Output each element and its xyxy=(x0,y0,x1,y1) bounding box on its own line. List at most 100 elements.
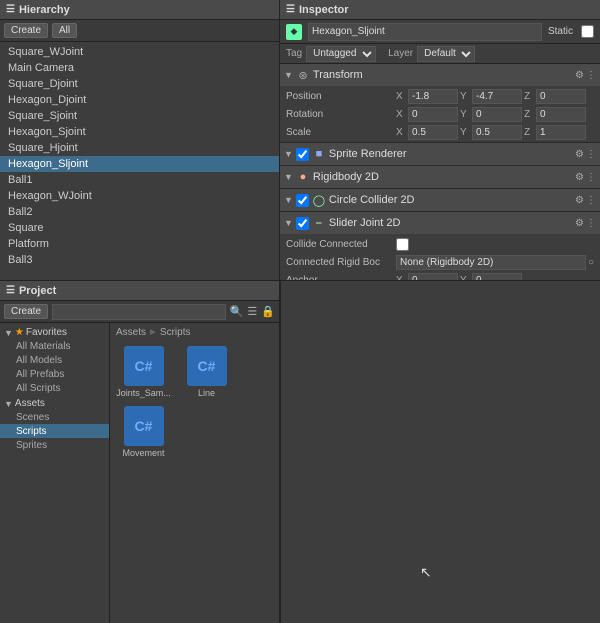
hierarchy-item[interactable]: Square xyxy=(0,220,279,236)
static-label: Static xyxy=(548,26,573,37)
slider-menu-btn[interactable]: ⚙ xyxy=(575,218,584,229)
lock-icon[interactable]: 🔒 xyxy=(261,305,275,318)
static-checkbox[interactable] xyxy=(581,25,594,38)
position-value: X Y Z xyxy=(396,89,594,104)
hierarchy-item[interactable]: Hexagon_Sjoint xyxy=(0,124,279,140)
scale-value: X Y Z xyxy=(396,125,594,140)
scale-label: Scale xyxy=(286,127,396,138)
assets-sprites-label: Sprites xyxy=(16,440,47,451)
file-item[interactable]: C#Line xyxy=(179,346,234,398)
sprite-menu-btn[interactable]: ⚙ xyxy=(575,149,584,160)
position-row: Position X Y Z xyxy=(280,87,600,105)
rigidbody-title: Rigidbody 2D xyxy=(313,171,573,183)
hierarchy-item[interactable]: Ball2 xyxy=(0,204,279,220)
inspector-extra xyxy=(280,281,600,623)
sprite-enabled-cb[interactable] xyxy=(296,148,309,161)
hierarchy-item[interactable]: Square_WJoint xyxy=(0,44,279,60)
sprite-title: Sprite Renderer xyxy=(329,148,573,160)
file-item[interactable]: C#Movement xyxy=(116,406,171,458)
rigidbody2d-header[interactable]: ▼ ● Rigidbody 2D ⚙ ⋮ xyxy=(280,166,600,188)
transform-header[interactable]: ▼ ⊛ Transform ⚙ ⋮ xyxy=(280,64,600,86)
connected-rigidbody-pick[interactable]: ○ xyxy=(588,257,594,268)
tag-label: Tag xyxy=(286,48,302,59)
rot-y-field[interactable] xyxy=(472,107,522,122)
assets-section: ▼ Assets Scenes Scripts Sprites xyxy=(0,396,109,453)
inspector-header: ☰ Inspector xyxy=(280,0,600,20)
inspector-panel: ☰ Inspector ◆ Static Tag Untagged Layer … xyxy=(280,0,600,280)
file-item[interactable]: C#Joints_Sam... xyxy=(116,346,171,398)
collider-arrow: ▼ xyxy=(284,195,293,205)
project-title: Project xyxy=(19,285,56,297)
hierarchy-all-btn[interactable]: All xyxy=(52,23,77,38)
breadcrumb-assets[interactable]: Assets xyxy=(116,327,146,338)
pos-z-coord: Z xyxy=(524,89,586,104)
filter-icon[interactable]: ☰ xyxy=(247,305,257,318)
tag-dropdown[interactable]: Untagged xyxy=(306,46,376,62)
anchor-x-field[interactable] xyxy=(408,273,458,281)
inspector-title: Inspector xyxy=(299,4,349,16)
hierarchy-item[interactable]: Hexagon_WJoint xyxy=(0,188,279,204)
transform-menu-btn[interactable]: ⚙ xyxy=(575,70,584,81)
rot-x-field[interactable] xyxy=(408,107,458,122)
fav-all-scripts[interactable]: All Scripts xyxy=(0,381,109,395)
project-create-btn[interactable]: Create xyxy=(4,304,48,319)
slider-joint-header[interactable]: ▼ ⎯ Slider Joint 2D ⚙ ⋮ xyxy=(280,212,600,234)
sprite-renderer-header[interactable]: ▼ ■ Sprite Renderer ⚙ ⋮ xyxy=(280,143,600,165)
hierarchy-item[interactable]: Hexagon_Djoint xyxy=(0,92,279,108)
hierarchy-item[interactable]: Ball1 xyxy=(0,172,279,188)
fav-all-prefabs-label: All Prefabs xyxy=(16,369,64,380)
assets-scripts-label: Scripts xyxy=(16,426,47,437)
fav-all-materials[interactable]: All Materials xyxy=(0,339,109,353)
sprite-more-btn[interactable]: ⋮ xyxy=(586,149,596,160)
fav-all-prefabs[interactable]: All Prefabs xyxy=(0,367,109,381)
favorites-header[interactable]: ▼ ★ Favorites xyxy=(0,326,109,339)
z-label: Z xyxy=(524,91,534,102)
collide-connected-row: Collide Connected xyxy=(280,235,600,253)
scale-y-field[interactable] xyxy=(472,125,522,140)
hierarchy-item[interactable]: Main Camera xyxy=(0,60,279,76)
breadcrumb-scripts[interactable]: Scripts xyxy=(160,327,191,338)
collider-menu-btn[interactable]: ⚙ xyxy=(575,195,584,206)
collide-connected-label: Collide Connected xyxy=(286,239,396,250)
rigidbody-more-btn[interactable]: ⋮ xyxy=(586,172,596,183)
collide-connected-cb[interactable] xyxy=(396,238,409,251)
fav-all-models[interactable]: All Models xyxy=(0,353,109,367)
connected-rigidbody-field[interactable] xyxy=(396,255,586,270)
anchor-y-field[interactable] xyxy=(472,273,522,281)
layer-dropdown[interactable]: Default xyxy=(417,46,475,62)
hierarchy-item[interactable]: Square_Sjoint xyxy=(0,108,279,124)
rigidbody-arrow: ▼ xyxy=(284,172,293,182)
slider-more-btn[interactable]: ⋮ xyxy=(586,218,596,229)
hierarchy-item[interactable]: Ball3 xyxy=(0,252,279,268)
collider-enabled-cb[interactable] xyxy=(296,194,309,207)
hierarchy-title: Hierarchy xyxy=(19,4,70,16)
pos-x-field[interactable] xyxy=(408,89,458,104)
slider-enabled-cb[interactable] xyxy=(296,217,309,230)
circle-collider-header[interactable]: ▼ ◯ Circle Collider 2D ⚙ ⋮ xyxy=(280,189,600,211)
hierarchy-item[interactable]: Square_Hjoint xyxy=(0,140,279,156)
rigidbody-menu-btn[interactable]: ⚙ xyxy=(575,172,584,183)
assets-header[interactable]: ▼ Assets xyxy=(0,397,109,410)
pos-z-field[interactable] xyxy=(536,89,586,104)
assets-scenes[interactable]: Scenes xyxy=(0,410,109,424)
scale-z-field[interactable] xyxy=(536,125,586,140)
hierarchy-item[interactable]: Platform xyxy=(0,236,279,252)
hierarchy-create-btn[interactable]: Create xyxy=(4,23,48,38)
project-search-input[interactable] xyxy=(52,304,226,320)
hierarchy-item[interactable]: Square_Djoint xyxy=(0,76,279,92)
rx-label: X xyxy=(396,109,406,120)
scale-x-field[interactable] xyxy=(408,125,458,140)
breadcrumb: Assets ► Scripts xyxy=(114,327,275,338)
assets-sprites[interactable]: Sprites xyxy=(0,438,109,452)
project-content: ▼ ★ Favorites All Materials All Models A… xyxy=(0,323,279,623)
gameobject-name-field[interactable] xyxy=(308,23,542,41)
fav-all-scripts-label: All Scripts xyxy=(16,383,60,394)
search-icon[interactable]: 🔍 xyxy=(230,305,244,318)
hierarchy-item[interactable]: Hexagon_Sljoint xyxy=(0,156,279,172)
rot-z-field[interactable] xyxy=(536,107,586,122)
assets-scripts[interactable]: Scripts xyxy=(0,424,109,438)
collider-more-btn[interactable]: ⋮ xyxy=(586,195,596,206)
scale-row: Scale X Y Z xyxy=(280,123,600,141)
pos-y-field[interactable] xyxy=(472,89,522,104)
transform-more-btn[interactable]: ⋮ xyxy=(586,70,596,81)
